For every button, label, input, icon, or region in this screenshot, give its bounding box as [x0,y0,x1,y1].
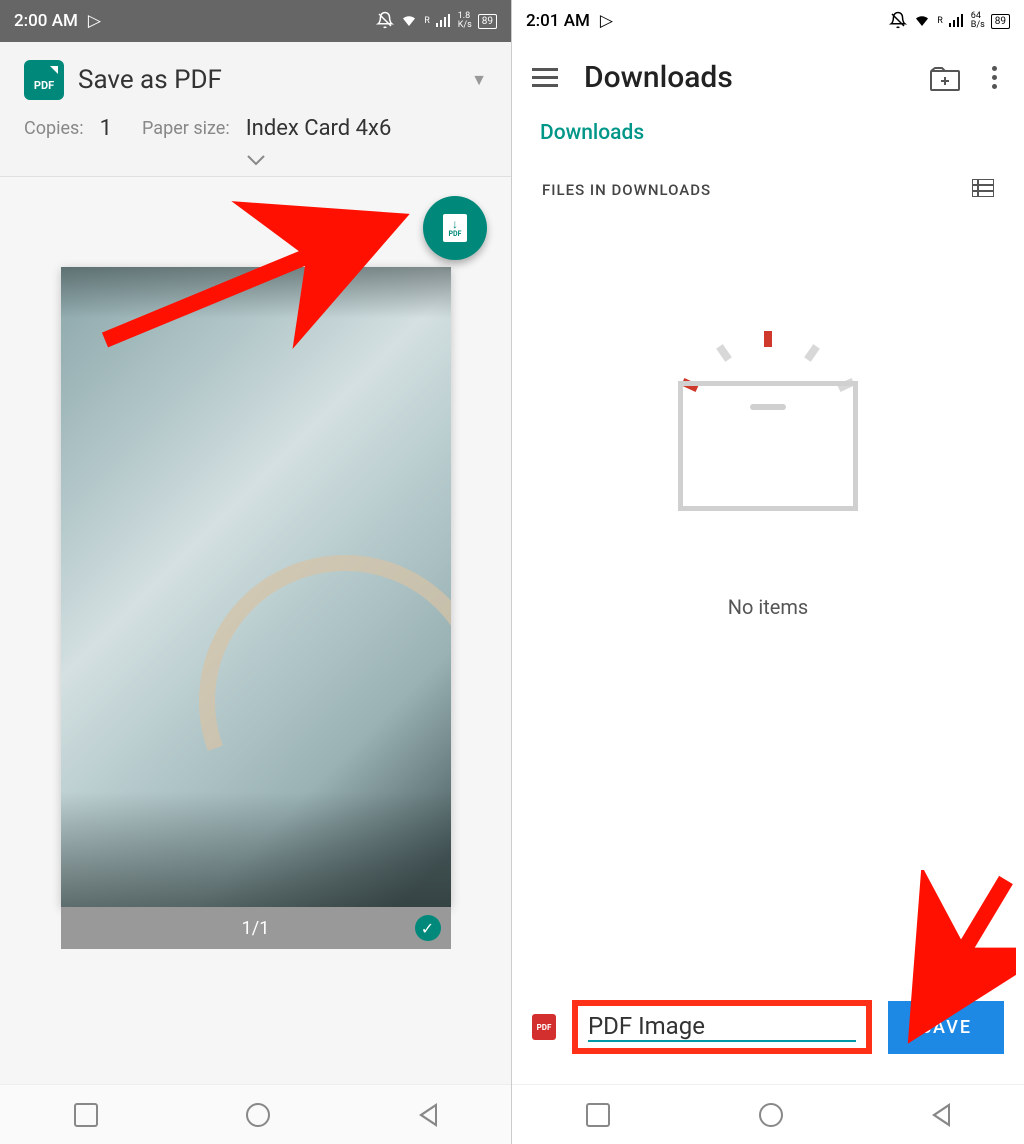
filename-highlight-annotation [572,1000,872,1054]
paper-size-value[interactable]: Index Card 4x6 [246,116,392,141]
page-indicator: 1/1 [242,918,270,939]
save-file-bar: PDF SAVE [512,982,1024,1084]
navigation-bar [0,1084,511,1144]
empty-folder-icon [678,331,858,531]
new-folder-button[interactable] [930,67,958,89]
battery-icon: 89 [478,14,497,29]
destination-label: Save as PDF [78,65,457,95]
pdf-file-type-icon: PDF [532,1014,556,1040]
more-options-button[interactable] [984,66,1004,89]
file-picker-header: Downloads [512,42,1024,113]
dnd-icon [376,11,394,32]
print-preview-area[interactable]: 1/1 ✓ [0,177,511,1084]
back-button[interactable] [419,1103,437,1127]
status-time: 2:01 AM [526,11,590,31]
print-options-header: PDF Save as PDF ▼ Copies: 1 Paper size: … [0,42,511,177]
dnd-icon [889,11,907,32]
play-store-icon: ▷ [600,11,613,31]
roaming-indicator: R [424,16,430,26]
save-pdf-fab[interactable]: PDF [423,196,487,260]
save-button[interactable]: SAVE [888,1001,1004,1054]
filename-input[interactable] [588,1012,856,1042]
status-bar: 2:00 AM ▷ R 1.8 K/s 89 [0,0,511,42]
status-time: 2:00 AM [14,11,78,31]
status-bar: 2:01 AM ▷ R 64 B/s 89 [512,0,1024,42]
right-phone-file-picker: 2:01 AM ▷ R 64 B/s 89 Downloads Download… [512,0,1024,1144]
left-phone-print-preview: 2:00 AM ▷ R 1.8 K/s 89 PDF Save as PDF ▼… [0,0,512,1144]
section-header: FILES IN DOWNLOADS [542,181,711,199]
home-button[interactable] [246,1103,270,1127]
view-toggle-button[interactable] [972,179,994,201]
battery-icon: 89 [991,14,1010,29]
page-thumbnail[interactable] [61,267,451,907]
expand-options-toggle[interactable] [24,141,487,172]
menu-button[interactable] [532,68,558,87]
dropdown-arrow-icon: ▼ [471,70,487,90]
empty-state-text: No items [728,595,809,619]
roaming-indicator: R [937,16,943,26]
signal-icon [436,13,452,30]
page-title: Downloads [584,60,904,95]
back-button[interactable] [932,1103,950,1127]
page-selected-check-icon[interactable]: ✓ [415,915,441,941]
wifi-icon [400,11,418,32]
copies-label: Copies: [24,118,84,139]
wifi-icon [913,11,931,32]
paper-size-label: Paper size: [142,118,230,139]
empty-state: No items [512,211,1024,982]
copies-value[interactable]: 1 [100,116,112,141]
recents-button[interactable] [586,1103,610,1127]
download-pdf-icon: PDF [443,214,467,242]
breadcrumb-downloads[interactable]: Downloads [512,113,1024,169]
network-speed: 1.8 K/s [458,12,472,30]
signal-icon [949,13,965,30]
pdf-icon: PDF [24,60,64,100]
navigation-bar [512,1084,1024,1144]
destination-selector[interactable]: PDF Save as PDF ▼ [24,60,487,100]
network-speed: 64 B/s [971,12,985,30]
home-button[interactable] [759,1103,783,1127]
recents-button[interactable] [74,1103,98,1127]
play-store-icon: ▷ [88,11,101,31]
page-indicator-bar: 1/1 ✓ [61,907,451,949]
